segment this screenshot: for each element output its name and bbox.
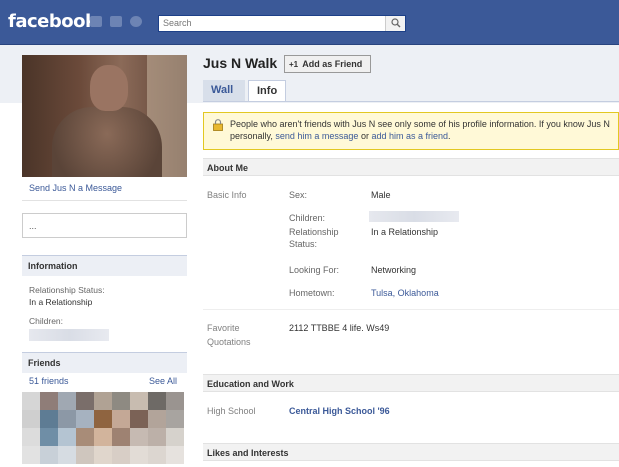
notice-end: .	[448, 131, 451, 141]
high-school-link[interactable]: Central High School '96	[289, 406, 390, 416]
send-message-link[interactable]: Send Jus N a Message	[29, 183, 122, 193]
search-input[interactable]: Search	[158, 15, 406, 32]
lock-icon	[213, 119, 223, 131]
favorite-quotations-value: 2112 TTBBE 4 life. Ws49	[289, 323, 390, 333]
hometown-link[interactable]: Tulsa, Oklahoma	[371, 288, 439, 298]
friends-thumbnails[interactable]	[22, 392, 184, 467]
divider	[22, 200, 187, 201]
favorite-quotations-label-line1: Favorite	[207, 323, 240, 333]
favorite-quotations-label-line2: Quotations	[207, 337, 251, 347]
relationship-status-value: In a Relationship	[29, 297, 93, 307]
send-message-notice-link[interactable]: send him a message	[275, 131, 358, 141]
add-friend-icon: +1	[289, 60, 299, 69]
likes-interests-header: Likes and Interests	[203, 443, 619, 461]
notifications-icon[interactable]	[130, 16, 142, 27]
messages-icon[interactable]	[110, 16, 122, 27]
search-placeholder: Search	[163, 18, 192, 28]
children-field-label: Children:	[289, 213, 326, 223]
relationship-value: In a Relationship	[371, 227, 439, 237]
profile-name: Jus N Walk	[203, 55, 278, 71]
top-bar: facebook Search	[0, 0, 619, 45]
about-me-header: About Me	[203, 158, 619, 176]
relationship-label-line2: Status:	[289, 239, 318, 249]
friends-header: Friends	[22, 352, 187, 373]
looking-for-label: Looking For:	[289, 265, 340, 275]
children-label: Children:	[29, 316, 64, 326]
relationship-status-label: Relationship Status:	[29, 285, 105, 295]
redacted-children-value	[369, 211, 459, 222]
add-friend-notice-link[interactable]: add him as a friend	[371, 131, 448, 141]
privacy-notice: People who aren't friends with Jus N see…	[203, 112, 619, 150]
education-header: Education and Work	[203, 374, 619, 392]
notice-or: or	[360, 131, 369, 141]
tab-underline	[203, 101, 619, 102]
search-button[interactable]	[385, 16, 405, 31]
tab-info[interactable]: Info	[248, 80, 286, 102]
facebook-logo[interactable]: facebook	[8, 11, 97, 32]
row-divider	[203, 309, 619, 310]
add-friend-button[interactable]: +1 Add as Friend	[284, 55, 371, 73]
looking-for-value: Networking	[371, 265, 417, 275]
high-school-label: High School	[207, 406, 256, 416]
sex-value: Male	[371, 190, 391, 200]
profile-photo[interactable]	[22, 55, 187, 177]
basic-info-label: Basic Info	[207, 190, 247, 200]
information-header: Information	[22, 255, 187, 276]
friend-requests-icon[interactable]	[90, 16, 102, 27]
see-all-friends-link[interactable]: See All	[149, 376, 177, 386]
add-friend-label: Add as Friend	[302, 59, 363, 69]
status-box: ...	[22, 213, 187, 238]
search-icon	[391, 18, 401, 28]
friends-count-link[interactable]: 51 friends	[29, 376, 69, 386]
tab-wall[interactable]: Wall	[203, 80, 245, 101]
relationship-label-line1: Relationship	[289, 227, 339, 237]
sex-label: Sex:	[289, 190, 308, 200]
redacted-children	[29, 329, 109, 341]
hometown-label: Hometown:	[289, 288, 335, 298]
